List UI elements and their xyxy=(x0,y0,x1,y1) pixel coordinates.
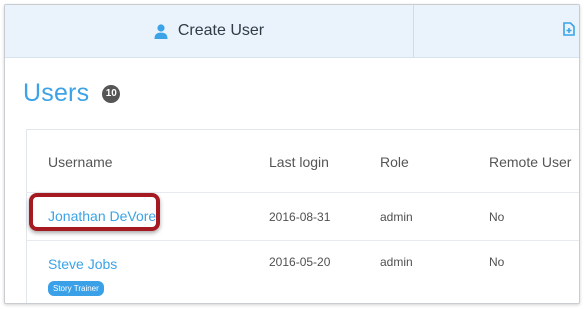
role-value: admin xyxy=(380,255,413,269)
add-file-button[interactable] xyxy=(414,5,579,57)
remote-user-value: No xyxy=(489,210,505,224)
user-icon xyxy=(154,23,168,39)
column-header-last-login[interactable]: Last login xyxy=(269,154,329,170)
column-header-role[interactable]: Role xyxy=(380,154,409,170)
username-link[interactable]: Steve Jobs xyxy=(48,256,117,272)
remote-user-value: No xyxy=(489,255,505,269)
table-header-row: Username Last login Role Remote User xyxy=(27,130,579,193)
create-user-button[interactable]: Create User xyxy=(5,5,414,57)
last-login-value: 2016-08-31 xyxy=(269,210,331,224)
last-login-value: 2016-05-20 xyxy=(269,255,331,269)
page-heading: Users 10 xyxy=(23,79,121,108)
add-file-icon xyxy=(563,21,575,41)
user-tag-badge: Story Trainer xyxy=(48,281,104,296)
role-value: admin xyxy=(380,210,413,224)
highlight-box xyxy=(29,193,160,231)
toolbar: Create User xyxy=(5,5,579,58)
table-row: Steve Jobs Story Trainer 2016-05-20 admi… xyxy=(27,241,579,303)
column-header-username[interactable]: Username xyxy=(48,154,113,170)
app-window: Create User Users 10 Username Last login… xyxy=(4,4,580,304)
column-header-remote-user[interactable]: Remote User xyxy=(489,154,571,170)
create-user-label: Create User xyxy=(177,22,265,39)
page-title: Users xyxy=(23,79,90,107)
user-count-badge: 10 xyxy=(102,84,121,103)
